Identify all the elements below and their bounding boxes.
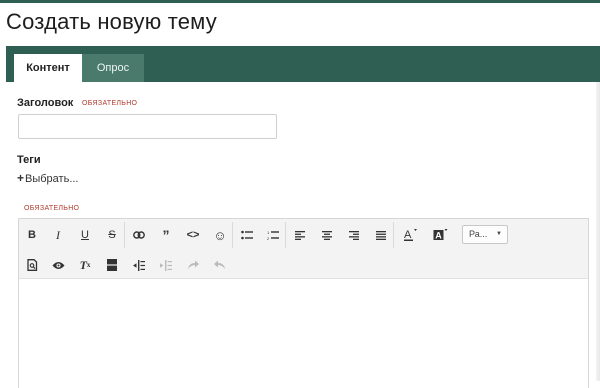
quote-icon[interactable]: ” — [156, 225, 176, 245]
outdent-icon[interactable] — [156, 255, 176, 275]
undo-icon[interactable] — [210, 255, 230, 275]
page-title: Создать новую тему — [6, 9, 217, 34]
bold-icon[interactable]: B — [22, 225, 42, 245]
svg-text:1: 1 — [267, 230, 270, 235]
align-center-icon[interactable] — [317, 225, 337, 245]
font-size-select[interactable]: Ра... ▼ — [462, 225, 508, 244]
toolbar-separator — [124, 222, 125, 248]
rich-text-editor: B I U S ” <> ☺ 12 A A Ра... ▼ T x — [18, 218, 589, 388]
preview-doc-icon[interactable] — [22, 255, 42, 275]
plus-icon: + — [17, 171, 25, 185]
numbered-list-icon[interactable]: 12 — [263, 225, 283, 245]
text-color-icon[interactable]: A — [400, 225, 420, 245]
editor-toolbar: B I U S ” <> ☺ 12 A A Ра... ▼ T x — [19, 219, 588, 279]
tags-label: Теги — [17, 154, 41, 166]
page-edge-shadow — [596, 82, 600, 381]
align-left-icon[interactable] — [290, 225, 310, 245]
tags-choose-link[interactable]: +Выбрать... — [17, 171, 79, 185]
caret-down-icon: ▼ — [496, 231, 502, 237]
background-color-icon[interactable]: A — [430, 225, 450, 245]
svg-text:A: A — [404, 229, 412, 241]
editor-content-area[interactable] — [19, 280, 588, 388]
code-icon[interactable]: <> — [183, 225, 203, 245]
font-size-value: Ра... — [469, 229, 488, 239]
link-icon[interactable] — [129, 225, 149, 245]
clear-format-icon[interactable]: Tx — [75, 255, 95, 275]
align-right-icon[interactable] — [344, 225, 364, 245]
toolbar-separator — [285, 222, 286, 248]
emoji-icon[interactable]: ☺ — [210, 225, 230, 245]
preview-eye-icon[interactable] — [48, 255, 68, 275]
justify-icon[interactable] — [371, 225, 391, 245]
italic-icon[interactable]: I — [48, 225, 68, 245]
bulleted-list-icon[interactable] — [237, 225, 257, 245]
content-required-badge: ОБЯЗАТЕЛЬНО — [24, 205, 80, 212]
tab-poll[interactable]: Опрос — [82, 54, 144, 82]
redo-icon[interactable] — [183, 255, 203, 275]
page-break-icon[interactable] — [102, 255, 122, 275]
svg-text:2: 2 — [267, 236, 270, 240]
toolbar-separator — [393, 222, 394, 248]
indent-icon[interactable] — [129, 255, 149, 275]
strikethrough-icon[interactable]: S — [102, 225, 122, 245]
title-input[interactable] — [18, 114, 277, 139]
title-required-badge: ОБЯЗАТЕЛЬНО — [82, 100, 138, 107]
svg-text:A: A — [435, 231, 442, 241]
tags-choose-label: Выбрать... — [25, 173, 79, 185]
top-accent-rule — [0, 0, 600, 3]
tab-content[interactable]: Контент — [14, 54, 82, 82]
toolbar-separator — [232, 222, 233, 248]
title-label: Заголовок — [17, 97, 74, 109]
underline-icon[interactable]: U — [75, 225, 95, 245]
tab-bar: Контент Опрос — [6, 46, 600, 82]
